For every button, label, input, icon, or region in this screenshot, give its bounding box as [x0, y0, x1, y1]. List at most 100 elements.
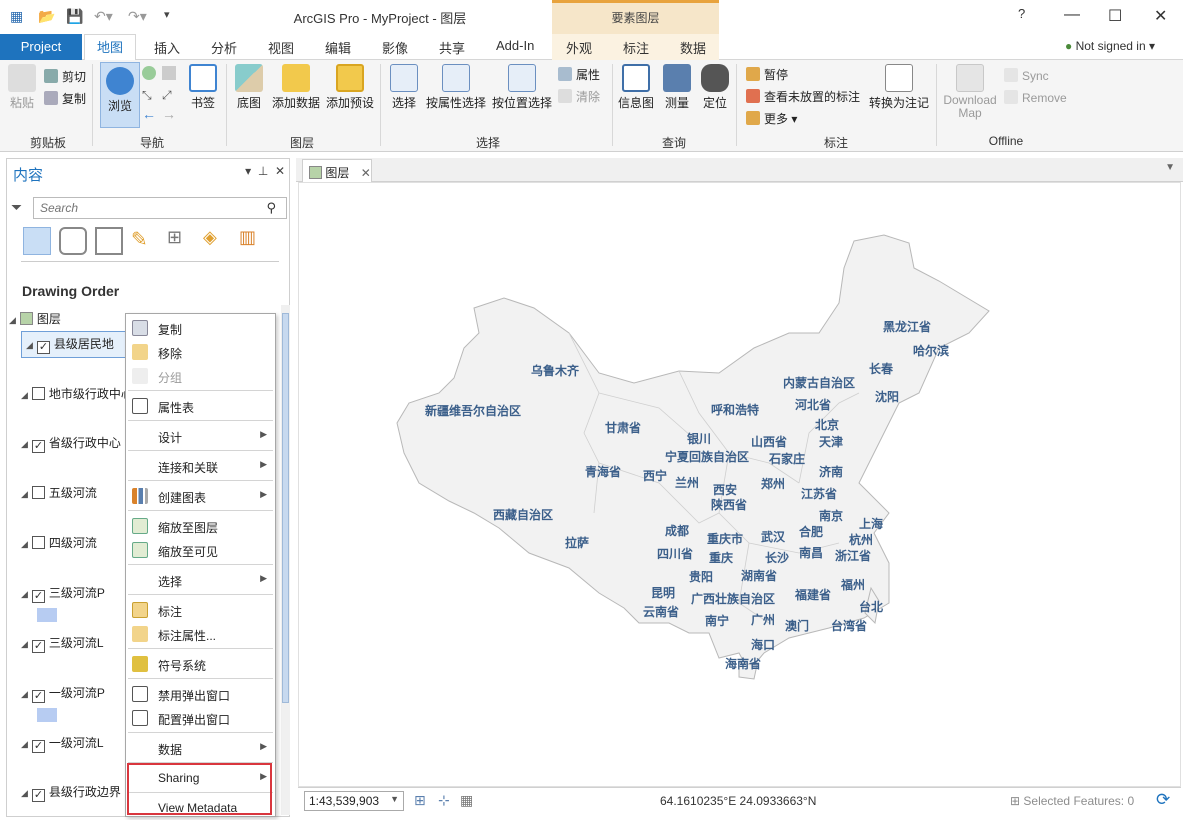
- paste-button[interactable]: 粘贴: [6, 64, 38, 111]
- bookmarks-button[interactable]: 书签: [186, 64, 220, 111]
- layer-item[interactable]: ◢ 五级河流: [21, 484, 97, 501]
- tab-close-icon[interactable]: ✕: [361, 166, 371, 180]
- list-by-source-icon[interactable]: [59, 227, 87, 255]
- layer-item[interactable]: ◢ ✓ 一级河流L: [21, 734, 104, 753]
- china-map[interactable]: 黑龙江省哈尔滨长春沈阳 乌鲁木齐内蒙古自治区新疆维吾尔自治区 呼和浩特 河北省北京 甘肃…: [299, 183, 1182, 788]
- tab-list-icon[interactable]: ▼: [1165, 162, 1175, 173]
- map-view[interactable]: 黑龙江省 哈尔滨 长春 沈阳 乌鲁木齐 内蒙古自治区 新疆维吾尔自治区 呼和浩特 河北省 北京 甘肃…: [298, 182, 1181, 787]
- tab-project[interactable]: Project: [0, 34, 82, 60]
- selected-features-count[interactable]: ⊞ Selected Features: 0: [1010, 794, 1134, 808]
- menu-item-label[interactable]: 标注: [126, 598, 275, 622]
- list-by-selection-icon[interactable]: [95, 227, 123, 255]
- grid-icon[interactable]: ▦: [460, 792, 473, 809]
- layer-item[interactable]: ◢ 地市级行政中心: [21, 385, 133, 402]
- select-by-attributes-button[interactable]: 按属性选择: [424, 64, 488, 111]
- menu-item-create-chart[interactable]: 创建图表 ▶: [126, 484, 275, 508]
- list-by-charts-icon[interactable]: ▥: [239, 227, 267, 255]
- layer-visibility-checkbox[interactable]: ✓: [31, 640, 45, 653]
- menu-item-symbology[interactable]: 符号系统: [126, 652, 275, 676]
- tab-analysis[interactable]: 分析: [211, 38, 237, 57]
- download-map-button[interactable]: Download Map: [940, 64, 1000, 120]
- layer-visibility-checkbox[interactable]: [31, 486, 45, 499]
- search-icon[interactable]: ⚲: [266, 200, 276, 216]
- menu-item-joins-relates[interactable]: 连接和关联 ▶: [126, 454, 275, 478]
- menu-item-remove[interactable]: 移除: [126, 340, 275, 364]
- scrollbar-thumb[interactable]: [282, 313, 289, 703]
- layer-item[interactable]: ◢ ✓ 三级河流P: [21, 584, 105, 603]
- menu-item-copy[interactable]: 复制: [126, 316, 275, 340]
- menu-item-disable-popups[interactable]: 禁用弹出窗口: [126, 682, 275, 706]
- list-by-editing-icon[interactable]: ✎: [131, 227, 159, 255]
- basemap-button[interactable]: 底图: [232, 64, 266, 111]
- fixed-zoom-icon[interactable]: [162, 66, 176, 80]
- maximize-button[interactable]: ☐: [1108, 6, 1122, 26]
- tab-share[interactable]: 共享: [439, 38, 465, 57]
- locate-button[interactable]: 定位: [698, 64, 732, 111]
- snapping-icon[interactable]: ⊹: [438, 792, 450, 809]
- help-button[interactable]: ?: [1018, 6, 1025, 21]
- infographics-button[interactable]: 信息图: [616, 64, 656, 111]
- tab-insert[interactable]: 插入: [154, 38, 180, 57]
- layer-visibility-checkbox[interactable]: ✓: [31, 440, 45, 453]
- polygon-symbol-swatch[interactable]: [37, 608, 57, 622]
- pane-close-icon[interactable]: ✕: [275, 164, 285, 178]
- filter-icon[interactable]: ⏷: [11, 199, 22, 216]
- layer-visibility-checkbox[interactable]: ✓: [31, 740, 45, 753]
- contents-scrollbar[interactable]: [281, 305, 290, 815]
- menu-item-attribute-table[interactable]: 属性表: [126, 394, 275, 418]
- layer-visibility-checkbox[interactable]: ✓: [31, 690, 45, 703]
- menu-item-label-properties[interactable]: 标注属性...: [126, 622, 275, 646]
- full-extent-icon[interactable]: [142, 66, 156, 80]
- layer-visibility-checkbox[interactable]: ✓: [31, 590, 45, 603]
- sync-button[interactable]: Sync: [1004, 68, 1049, 83]
- layer-visibility-checkbox[interactable]: ✓: [31, 789, 45, 802]
- select-button[interactable]: 选择: [386, 64, 422, 111]
- refresh-icon[interactable]: ⟳: [1156, 790, 1170, 810]
- scale-selector[interactable]: 1:43,539,903 ▼: [304, 791, 404, 811]
- tab-labeling[interactable]: 标注: [623, 38, 649, 57]
- menu-item-zoom-to-visible[interactable]: 缩放至可见: [126, 538, 275, 562]
- view-unplaced-button[interactable]: 查看未放置的标注: [746, 88, 860, 105]
- search-input[interactable]: [34, 198, 254, 218]
- layer-item[interactable]: ◢ ✓ 省级行政中心: [21, 434, 121, 453]
- measure-button[interactable]: 测量: [660, 64, 694, 111]
- list-by-labeling-icon[interactable]: ◈: [203, 227, 231, 255]
- zoom-in-icon[interactable]: ⤡: [142, 88, 152, 103]
- clear-selection-button[interactable]: 清除: [558, 88, 600, 105]
- tab-map[interactable]: 地图: [84, 34, 136, 61]
- tab-imagery[interactable]: 影像: [382, 38, 408, 57]
- layer-item[interactable]: ◢ 四级河流: [21, 534, 97, 551]
- menu-item-configure-popups[interactable]: 配置弹出窗口: [126, 706, 275, 730]
- polygon-symbol-swatch[interactable]: [37, 708, 57, 722]
- map-node[interactable]: ◢ 图层: [9, 310, 61, 327]
- pane-menu-icon[interactable]: ▾: [245, 164, 251, 178]
- tab-edit[interactable]: 编辑: [325, 38, 351, 57]
- menu-item-data[interactable]: 数据 ▶: [126, 736, 275, 760]
- remove-button[interactable]: Remove: [1004, 90, 1067, 105]
- tab-addin[interactable]: Add-In: [496, 38, 534, 53]
- list-by-snapping-icon[interactable]: ⊞: [167, 227, 195, 255]
- tab-data[interactable]: 数据: [680, 38, 706, 57]
- close-button[interactable]: ✕: [1154, 6, 1167, 26]
- layer-item[interactable]: ◢ ✓ 三级河流L: [21, 634, 104, 653]
- layer-visibility-checkbox[interactable]: [31, 536, 45, 549]
- menu-item-design[interactable]: 设计 ▶: [126, 424, 275, 448]
- layer-item[interactable]: ◢ ✓ 县级行政边界: [21, 783, 121, 802]
- convert-to-annotation-button[interactable]: 转换为注记: [866, 64, 932, 111]
- minimize-button[interactable]: —: [1064, 6, 1080, 24]
- pin-icon[interactable]: ⊥: [258, 164, 268, 178]
- tab-view[interactable]: 视图: [268, 38, 294, 57]
- attributes-button[interactable]: 属性: [558, 66, 600, 83]
- zoom-out-icon[interactable]: ⤢: [162, 88, 172, 103]
- menu-item-selection[interactable]: 选择 ▶: [126, 568, 275, 592]
- layer-visibility-checkbox[interactable]: ✓: [36, 341, 50, 354]
- fixed-scale-icon[interactable]: ⊞: [414, 792, 426, 809]
- more-labeling-button[interactable]: 更多 ▾: [746, 110, 797, 127]
- layer-visibility-checkbox[interactable]: [31, 387, 45, 400]
- menu-item-zoom-to-layer[interactable]: 缩放至图层: [126, 514, 275, 538]
- add-data-button[interactable]: 添加数据: [270, 64, 322, 111]
- forward-icon[interactable]: →: [162, 106, 176, 122]
- select-by-location-button[interactable]: 按位置选择: [490, 64, 554, 111]
- copy-button[interactable]: 复制: [44, 90, 86, 107]
- tab-appearance[interactable]: 外观: [566, 38, 592, 57]
